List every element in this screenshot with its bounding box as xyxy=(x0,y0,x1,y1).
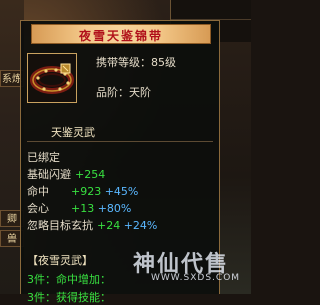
stat-base: +923 xyxy=(71,185,102,198)
watermark: 神仙代售 WWW.SXDS.COM xyxy=(133,244,245,284)
set-title: 【夜雪灵武】 xyxy=(27,254,93,267)
stat-bonus: +45% xyxy=(104,185,139,198)
stat-name: 会心 xyxy=(27,202,49,215)
stat-bonus: +24% xyxy=(123,219,158,232)
required-level: 携带等级：85级 xyxy=(96,54,176,70)
watermark-url: WWW.SXDS.COM xyxy=(151,273,241,283)
item-type-name: 天鉴灵武 xyxy=(51,126,95,139)
belt-icon xyxy=(28,54,76,102)
stat-row-ignore-resist: 忽略目标玄抗 +24 +24% xyxy=(27,217,157,233)
stat-name: 忽略目标玄抗 xyxy=(27,219,93,232)
stat-row-crit: 会心 +13 +80% xyxy=(27,200,131,216)
stat-row-hit: 命中 +923 +45% xyxy=(27,183,138,199)
stat-base: +13 xyxy=(71,202,95,215)
item-rank-label: 品阶： xyxy=(96,86,129,99)
item-icon-frame[interactable] xyxy=(27,53,77,103)
tooltip-title-bar: 夜雪天鉴锦带 xyxy=(31,24,211,44)
stat-bonus: +80% xyxy=(97,202,132,215)
tooltip-divider xyxy=(27,141,213,142)
item-title: 夜雪天鉴锦带 xyxy=(78,29,163,43)
set-bonus-line-2: 3件：获得技能： xyxy=(27,291,111,304)
item-rank: 品阶：天阶 xyxy=(96,84,151,100)
stat-name: 命中 xyxy=(27,185,49,198)
stat-base: +254 xyxy=(75,168,106,181)
stat-base: +24 xyxy=(97,219,121,232)
stat-row-dodge: 基础闪避 +254 xyxy=(27,166,105,182)
required-level-value: 85级 xyxy=(151,56,176,69)
required-level-label: 携带等级： xyxy=(96,56,151,69)
bound-status: 已绑定 xyxy=(27,151,60,164)
stat-name: 基础闪避 xyxy=(27,168,71,181)
item-rank-value: 天阶 xyxy=(129,86,151,99)
set-bonus-line-1: 3件：命中增加： xyxy=(27,273,111,286)
